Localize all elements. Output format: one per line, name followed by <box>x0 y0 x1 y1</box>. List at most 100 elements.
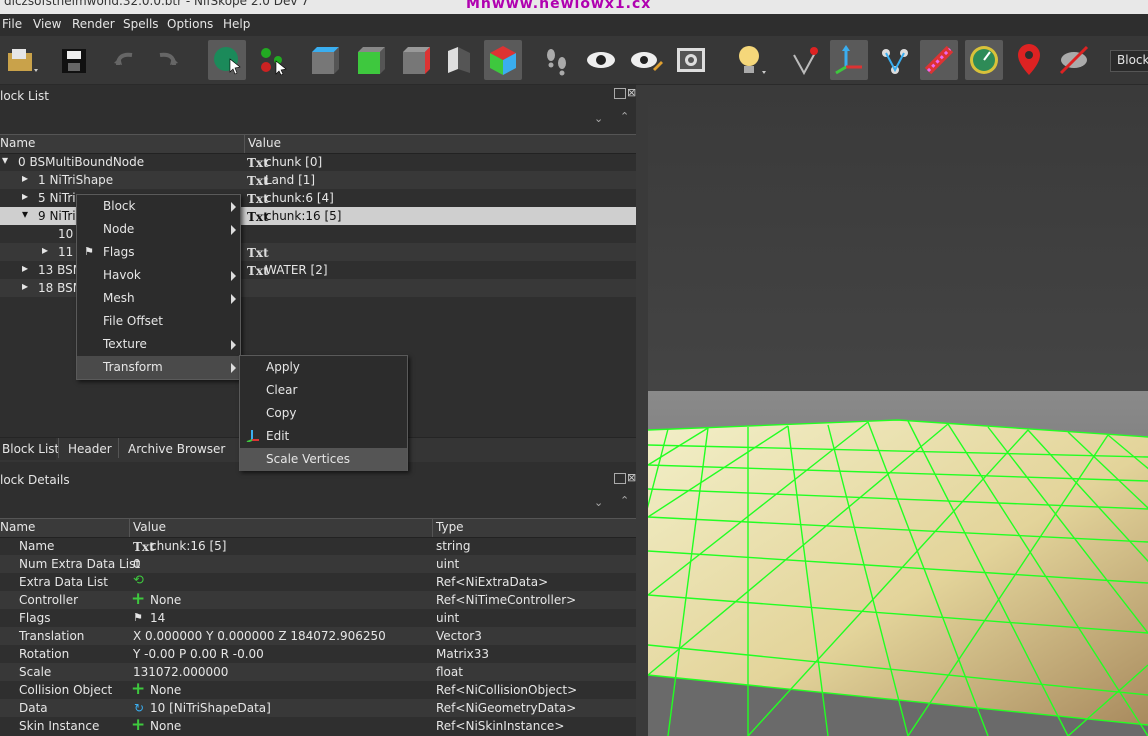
menu-help[interactable]: Help <box>223 17 250 31</box>
table-row[interactable]: Rotation Y -0.00 P 0.00 R -0.00 Matrix33 <box>0 645 636 663</box>
menu-item-transform[interactable]: Transform <box>77 356 240 379</box>
render-viewport[interactable] <box>648 85 1148 736</box>
tab-archive-browser[interactable]: Archive Browser <box>128 442 225 462</box>
submenu-item-clear[interactable]: Clear <box>240 379 407 402</box>
menu-render[interactable]: Render <box>72 17 115 31</box>
block-list-field[interactable]: Block L <box>1110 50 1148 72</box>
vertex-icon[interactable] <box>786 40 824 80</box>
gauge-icon[interactable] <box>965 40 1003 80</box>
collapse-arrow-icon[interactable]: ▸ <box>22 189 28 203</box>
context-menu: Block Node ⚑ Flags Havok Mesh File Offse… <box>76 194 241 380</box>
chevron-down-icon[interactable]: ⌄ <box>594 112 603 125</box>
tab-block-list[interactable]: Block List <box>2 442 59 462</box>
collapse-arrow-icon[interactable]: ▸ <box>42 243 48 257</box>
column-type[interactable]: Type <box>436 520 464 534</box>
menu-item-node[interactable]: Node <box>77 218 240 241</box>
list-item[interactable]: ▾ 0 BSMultiBoundNode Txt chunk [0] <box>0 153 636 171</box>
close-icon[interactable]: ⊠ <box>627 471 636 484</box>
marker-icon[interactable] <box>1010 40 1048 80</box>
submenu-arrow-icon <box>231 340 236 350</box>
hidden-marker-icon[interactable] <box>1055 40 1093 80</box>
table-row[interactable]: Translation X 0.000000 Y 0.000000 Z 1840… <box>0 627 636 645</box>
flag-icon: ⚑ <box>84 245 94 258</box>
column-name[interactable]: Name <box>0 520 35 534</box>
view-top-icon[interactable] <box>304 40 342 80</box>
chevron-up-icon[interactable]: ⌃ <box>620 494 629 507</box>
float-icon[interactable] <box>614 473 626 484</box>
table-row[interactable]: Skin Instance + None Ref<NiSkinInstance> <box>0 715 636 735</box>
menu-view[interactable]: View <box>33 17 61 31</box>
view-front-icon[interactable] <box>350 40 388 80</box>
add-icon: + <box>131 589 146 609</box>
table-row[interactable]: Controller + None Ref<NiTimeController> <box>0 589 636 609</box>
select-nodes-icon[interactable] <box>254 40 292 80</box>
menu-item-file-offset[interactable]: File Offset <box>77 310 240 333</box>
menu-bar: File View Render Spells Options Help <box>0 14 1148 36</box>
redo-icon[interactable] <box>148 40 186 80</box>
submenu-item-copy[interactable]: Copy <box>240 402 407 425</box>
add-icon: + <box>131 679 146 699</box>
watermark: Mhwww.newlowx1.cx <box>466 0 652 12</box>
table-row[interactable]: Num Extra Data List 0 uint <box>0 555 636 573</box>
view-user-icon[interactable] <box>440 40 478 80</box>
screenshot-icon[interactable] <box>672 40 710 80</box>
tab-header[interactable]: Header <box>68 442 112 462</box>
select-sphere-icon[interactable] <box>208 40 246 80</box>
submenu-arrow-icon <box>231 271 236 281</box>
menu-item-havok[interactable]: Havok <box>77 264 240 287</box>
table-row[interactable]: Data ↻ 10 [NiTriShapeData] Ref<NiGeometr… <box>0 699 636 717</box>
window-title: dlczsofsthelmwond.32.0.0.btr - NifSkope … <box>4 0 309 8</box>
table-row[interactable]: Collision Object + None Ref<NiCollisionO… <box>0 679 636 699</box>
lighting-icon[interactable] <box>730 40 768 80</box>
table-row[interactable]: Flags ⚑ 14 uint <box>0 609 636 627</box>
table-row[interactable]: Scale 131072.000000 float <box>0 663 636 681</box>
submenu-arrow-icon <box>231 202 236 212</box>
add-icon: + <box>131 715 146 735</box>
menu-item-block[interactable]: Block <box>77 195 240 218</box>
submenu-arrow-icon <box>231 294 236 304</box>
menu-item-mesh[interactable]: Mesh <box>77 287 240 310</box>
column-value[interactable]: Value <box>133 520 166 534</box>
submenu-item-apply[interactable]: Apply <box>240 356 407 379</box>
column-name[interactable]: Name <box>0 136 35 150</box>
open-icon[interactable] <box>2 40 40 80</box>
float-icon[interactable] <box>614 88 626 99</box>
view-side-icon[interactable] <box>395 40 433 80</box>
save-icon[interactable] <box>56 40 94 80</box>
collapse-arrow-icon[interactable]: ▸ <box>22 279 28 293</box>
submenu-item-edit[interactable]: Edit <box>240 425 407 448</box>
transform-submenu: Apply Clear Copy Edit Scale Vertices <box>239 355 408 471</box>
column-value[interactable]: Value <box>248 136 281 150</box>
splitter[interactable] <box>636 85 648 736</box>
menu-spells[interactable]: Spells <box>123 17 159 31</box>
expand-arrow-icon[interactable]: ▾ <box>2 153 8 167</box>
menu-item-texture[interactable]: Texture <box>77 333 240 356</box>
eye-edit-icon[interactable] <box>627 40 665 80</box>
submenu-item-scale-vertices[interactable]: Scale Vertices <box>240 448 407 471</box>
title-bar: dlczsofsthelmwond.32.0.0.btr - NifSkope … <box>0 0 1148 14</box>
footprints-icon[interactable] <box>538 40 576 80</box>
submenu-arrow-icon <box>231 363 236 373</box>
table-row[interactable]: Name Txt chunk:16 [5] string <box>0 537 636 555</box>
eye-icon[interactable] <box>582 40 620 80</box>
menu-file[interactable]: File <box>2 17 22 31</box>
axes-icon[interactable] <box>830 40 868 80</box>
toolbar: Block L <box>0 36 1148 85</box>
collapse-arrow-icon[interactable]: ▸ <box>22 261 28 275</box>
nodes-icon[interactable] <box>876 40 914 80</box>
flag-icon: ⚑ <box>133 611 143 624</box>
submenu-arrow-icon <box>231 225 236 235</box>
view-perspective-icon[interactable] <box>484 40 522 80</box>
list-item[interactable]: ▸ 1 NiTriShape Txt Land [1] <box>0 171 636 189</box>
chevron-up-icon[interactable]: ⌃ <box>620 110 629 123</box>
menu-options[interactable]: Options <box>167 17 213 31</box>
havok-icon[interactable] <box>920 40 958 80</box>
expand-arrow-icon[interactable]: ▾ <box>22 207 28 221</box>
chevron-down-icon[interactable]: ⌄ <box>594 496 603 509</box>
close-icon[interactable]: ⊠ <box>627 86 636 99</box>
collapse-arrow-icon[interactable]: ▸ <box>22 171 28 185</box>
menu-item-flags[interactable]: ⚑ Flags <box>77 241 240 264</box>
table-row[interactable]: Extra Data List ⟲ Ref<NiExtraData> <box>0 573 636 591</box>
axes-icon <box>246 428 260 445</box>
undo-icon[interactable] <box>106 40 144 80</box>
